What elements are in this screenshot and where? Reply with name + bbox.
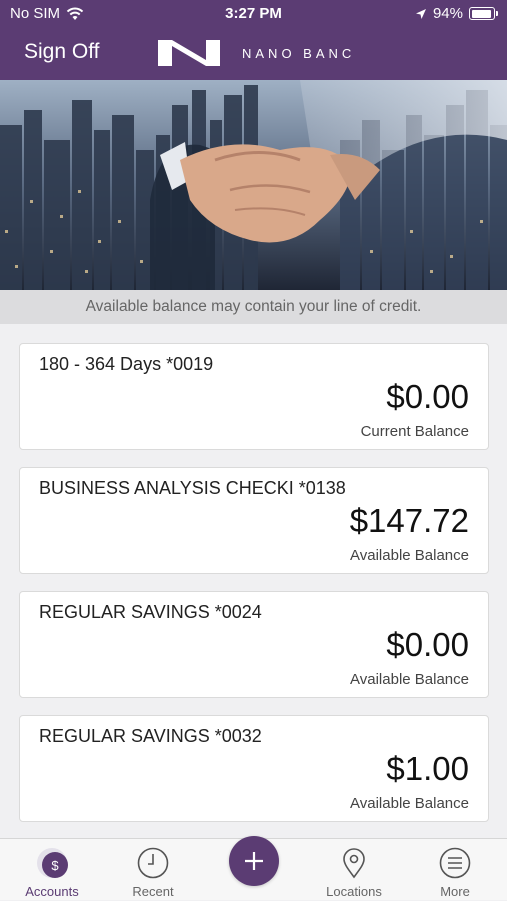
account-card[interactable]: 180 - 364 Days *0019 $0.00 Current Balan… — [19, 343, 489, 450]
app-header: No SIM 3:27 PM 94% Sign Off NANO BANC — [0, 0, 507, 80]
account-name: REGULAR SAVINGS *0032 — [39, 726, 262, 746]
brand-logo: NANO BANC — [156, 38, 355, 68]
add-action-button[interactable] — [229, 836, 279, 886]
tab-label: Accounts — [25, 884, 79, 899]
city-handshake-illustration — [0, 80, 507, 290]
tab-recent[interactable]: Recent — [103, 839, 203, 901]
tab-locations[interactable]: Locations — [304, 839, 404, 901]
balance-label: Available Balance — [350, 795, 469, 812]
account-balance: $1.00 — [386, 750, 469, 787]
status-right: 94% — [415, 5, 498, 22]
account-card[interactable]: REGULAR SAVINGS *0024 $0.00 Available Ba… — [19, 591, 489, 698]
balance-label: Current Balance — [360, 423, 469, 440]
nano-banc-logo-icon — [158, 40, 220, 66]
status-bar: No SIM 3:27 PM 94% — [0, 0, 507, 28]
tab-label: Recent — [132, 884, 174, 899]
account-name: REGULAR SAVINGS *0024 — [39, 602, 262, 622]
battery-icon — [469, 7, 498, 20]
balance-label: Available Balance — [350, 671, 469, 688]
tab-label: More — [440, 884, 470, 899]
hero-image — [0, 80, 507, 290]
account-balance: $0.00 — [386, 626, 469, 663]
tab-label: Locations — [326, 884, 382, 899]
battery-fill — [471, 9, 492, 18]
location-arrow-icon — [415, 8, 426, 19]
account-card[interactable]: REGULAR SAVINGS *0032 $1.00 Available Ba… — [19, 715, 489, 822]
menu-icon — [439, 847, 471, 879]
svg-text:$: $ — [51, 858, 59, 873]
sign-off-button[interactable]: Sign Off — [24, 40, 100, 64]
account-name: BUSINESS ANALYSIS CHECKI *0138 — [39, 478, 346, 498]
battery-percent: 94% — [432, 5, 463, 22]
accounts-dollar-icon: $ — [37, 848, 68, 878]
account-name: 180 - 364 Days *0019 — [39, 354, 214, 374]
account-card[interactable]: BUSINESS ANALYSIS CHECKI *0138 $147.72 A… — [19, 467, 489, 574]
tab-accounts[interactable]: $ Accounts — [2, 839, 102, 901]
map-pin-icon — [343, 848, 365, 879]
balance-label: Available Balance — [350, 547, 469, 564]
tab-more[interactable]: More — [405, 839, 505, 901]
credit-note: Available balance may contain your line … — [0, 290, 507, 324]
clock-icon — [137, 847, 169, 879]
account-balance: $147.72 — [349, 502, 469, 539]
plus-icon — [245, 852, 263, 870]
brand-name: NANO BANC — [242, 45, 356, 61]
account-balance: $0.00 — [386, 378, 469, 415]
